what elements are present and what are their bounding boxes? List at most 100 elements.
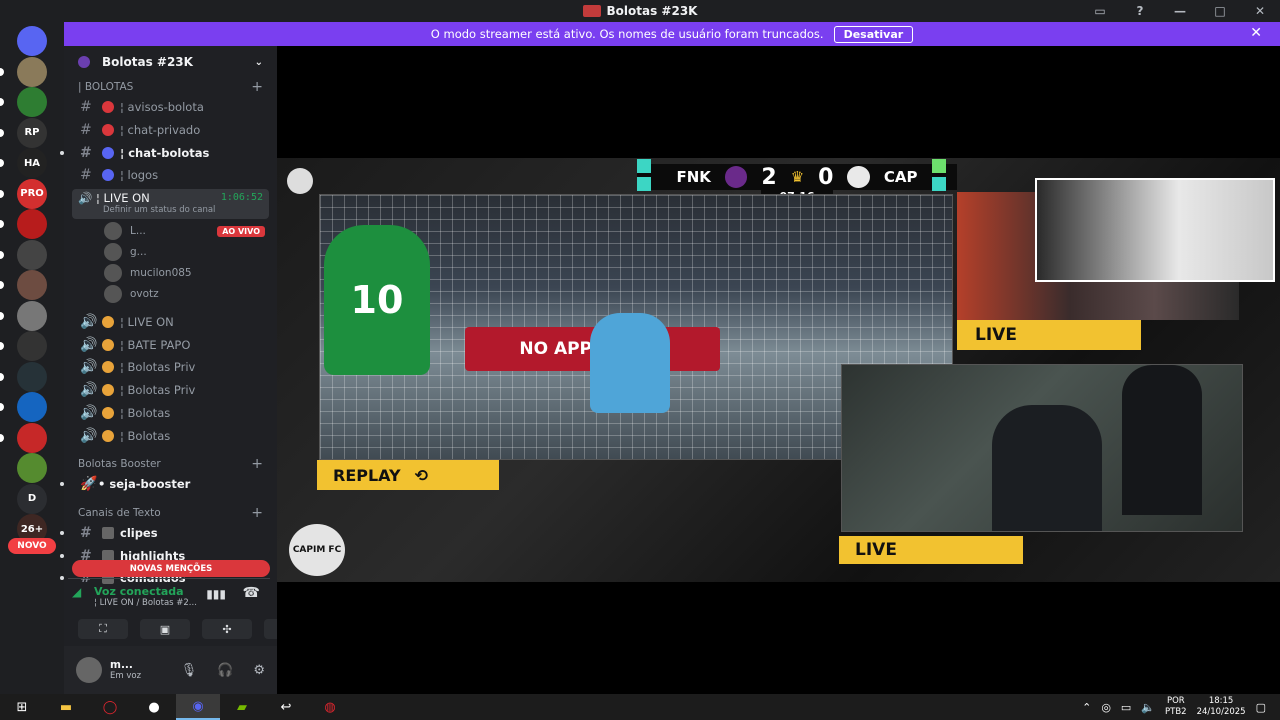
close-window-button[interactable]: ✕ — [1240, 0, 1280, 22]
replay-tag: REPLAY ⟲ — [317, 460, 499, 490]
text-channel[interactable]: # ¦ logos — [64, 164, 277, 187]
text-channel[interactable]: # ¦ chat-bolotas — [60, 141, 277, 164]
live-tag-top: LIVE — [957, 320, 1141, 350]
category-bolotas[interactable]: | BOLOTAS + — [64, 78, 277, 96]
unread-pill — [0, 342, 4, 350]
team-color-icon — [931, 177, 946, 191]
app-icon[interactable]: ● — [132, 694, 176, 720]
voice-channel[interactable]: 🔊 ¦ Bolotas Priv — [64, 356, 277, 379]
voice-user[interactable]: g... — [64, 242, 277, 263]
disable-streamer-button[interactable]: Desativar — [833, 25, 914, 43]
server-icon[interactable] — [17, 239, 47, 270]
arrow-app-icon[interactable]: ↩ — [264, 694, 308, 720]
opera-icon[interactable]: ◯ — [88, 694, 132, 720]
voice-user[interactable]: ovotz — [64, 284, 277, 305]
speaker-icon: 🔊 — [80, 314, 98, 331]
server-icon[interactable] — [17, 331, 47, 361]
stream-stage[interactable]: FNK 2 ♛ 0 CAP 07:16 NO APP DO...UI 10 RE… — [277, 46, 1280, 694]
channel-seja-booster[interactable]: 🚀 • seja-booster — [60, 473, 277, 496]
activities-button[interactable]: ✣ — [202, 619, 252, 639]
language-indicator[interactable]: POR PTB2 — [1165, 696, 1187, 718]
channel-emoji-icon — [102, 429, 114, 442]
signal-icon: ◢ — [72, 585, 82, 599]
camera-button[interactable]: ⛶ — [78, 619, 128, 639]
voice-user[interactable]: L... AO VIVO — [64, 221, 277, 242]
scoreboard: FNK 2 ♛ 0 CAP — [637, 159, 957, 191]
stream-video[interactable]: FNK 2 ♛ 0 CAP 07:16 NO APP DO...UI 10 RE… — [277, 158, 1280, 582]
server-icon[interactable] — [17, 209, 47, 239]
nvidia-icon[interactable]: ▰ — [220, 694, 264, 720]
maximize-button[interactable]: □ — [1200, 0, 1240, 22]
channel-name: ¦ BATE PAPO — [120, 337, 191, 352]
server-icon[interactable] — [17, 422, 47, 453]
noise-suppression-icon[interactable]: ▮▮▮ — [206, 587, 226, 601]
voice-channel-live-on-active[interactable]: 🔊 ¦ LIVE ON 1:06:52 Definir um status do… — [72, 188, 269, 219]
inbox-icon[interactable]: ▭ — [1080, 0, 1120, 22]
user-info[interactable]: m... Em voz — [110, 659, 141, 681]
category-booster[interactable]: Bolotas Booster + — [64, 455, 277, 473]
server-icon[interactable]: PRO — [17, 178, 47, 209]
screen-share-button[interactable]: ▣ — [140, 619, 190, 639]
voice-channel[interactable]: 🔊 ¦ Bolotas — [64, 424, 277, 447]
app-icon-2[interactable]: ◍ — [308, 694, 352, 720]
banner-message: O modo streamer está ativo. Os nomes de … — [430, 27, 824, 41]
gear-icon[interactable]: ⚙ — [253, 663, 265, 678]
text-channel[interactable]: # ¦ chat-privado — [64, 119, 277, 142]
channel-emoji-icon — [102, 384, 114, 397]
speaker-icon: 🔊 — [80, 336, 98, 353]
unread-pill — [0, 98, 4, 106]
microphone-icon[interactable]: 🎙 — [181, 663, 198, 678]
server-icon[interactable]: RP — [17, 117, 47, 148]
windows-taskbar: ⊞ ▬ ◯ ● ◉ ▰ ↩ ◍ ⌃ ◎ ▭ 🔈 POR PTB2 18:15 2… — [0, 694, 1280, 720]
server-icon[interactable] — [17, 361, 47, 392]
headphones-icon[interactable]: 🎧 — [217, 663, 233, 678]
server-icon[interactable] — [17, 270, 47, 300]
voice-channel[interactable]: 🔊 ¦ LIVE ON — [64, 311, 277, 334]
text-channel[interactable]: # ¦ avisos-bolota — [64, 96, 277, 119]
server-header[interactable]: Bolotas #23K ⌄ — [64, 46, 277, 78]
new-servers-badge[interactable]: NOVO — [8, 538, 56, 554]
disconnect-icon[interactable]: ☎ — [243, 585, 260, 601]
voice-channel[interactable]: 🔊 ¦ BATE PAPO — [64, 333, 277, 356]
close-banner-icon[interactable]: ✕ — [1250, 25, 1262, 41]
language-top: POR — [1166, 696, 1185, 706]
add-channel-icon[interactable]: + — [251, 79, 263, 95]
discord-icon[interactable]: ◉ — [176, 694, 220, 720]
add-channel-icon[interactable]: + — [251, 456, 263, 472]
server-icon[interactable]: HA — [17, 148, 47, 178]
chevron-up-icon[interactable]: ⌃ — [1082, 701, 1091, 714]
file-explorer-icon[interactable]: ▬ — [44, 694, 88, 720]
server-icon[interactable]: D — [17, 483, 47, 514]
unread-pill — [0, 403, 4, 411]
minimize-button[interactable]: — — [1160, 0, 1200, 22]
notification-icon[interactable]: ▢ — [1256, 701, 1266, 714]
server-icon[interactable] — [17, 392, 47, 422]
avatar[interactable] — [76, 657, 102, 683]
server-icon[interactable] — [17, 300, 47, 331]
server-icon[interactable] — [17, 26, 47, 56]
server-icon[interactable] — [17, 453, 47, 483]
category-label: | BOLOTAS — [78, 81, 134, 93]
voice-user[interactable]: mucilon085 — [64, 263, 277, 284]
crown-icon: ♛ — [790, 168, 805, 186]
start-button[interactable]: ⊞ — [0, 694, 44, 720]
goalkeeper-figure — [590, 313, 670, 413]
unread-pill — [0, 67, 4, 76]
clock[interactable]: 18:15 24/10/2025 — [1197, 696, 1246, 718]
voice-channel[interactable]: 🔊 ¦ Bolotas Priv — [64, 379, 277, 402]
volume-icon[interactable]: 🔈 — [1141, 701, 1155, 714]
text-channel[interactable]: # clipes — [60, 522, 277, 545]
add-channel-icon[interactable]: + — [251, 505, 263, 521]
help-icon[interactable]: ? — [1120, 0, 1160, 22]
new-mentions-bar[interactable]: NOVAS MENÇÕES — [72, 560, 270, 577]
tray-app-icon[interactable]: ◎ — [1101, 701, 1111, 714]
server-icon[interactable] — [17, 56, 47, 87]
category-canais-de-texto[interactable]: Canais de Texto + — [64, 504, 277, 522]
channel-name: ¦ LIVE ON — [120, 315, 174, 330]
server-icon[interactable] — [17, 87, 47, 117]
team-home-crest-icon — [724, 166, 748, 188]
voice-channel[interactable]: 🔊 ¦ Bolotas — [64, 402, 277, 425]
voice-connected-panel: Voz conectada ¦ LIVE ON / Bolotas #2... … — [68, 578, 314, 642]
channel-status[interactable]: Definir um status do canal — [103, 205, 263, 215]
network-icon[interactable]: ▭ — [1121, 701, 1131, 714]
